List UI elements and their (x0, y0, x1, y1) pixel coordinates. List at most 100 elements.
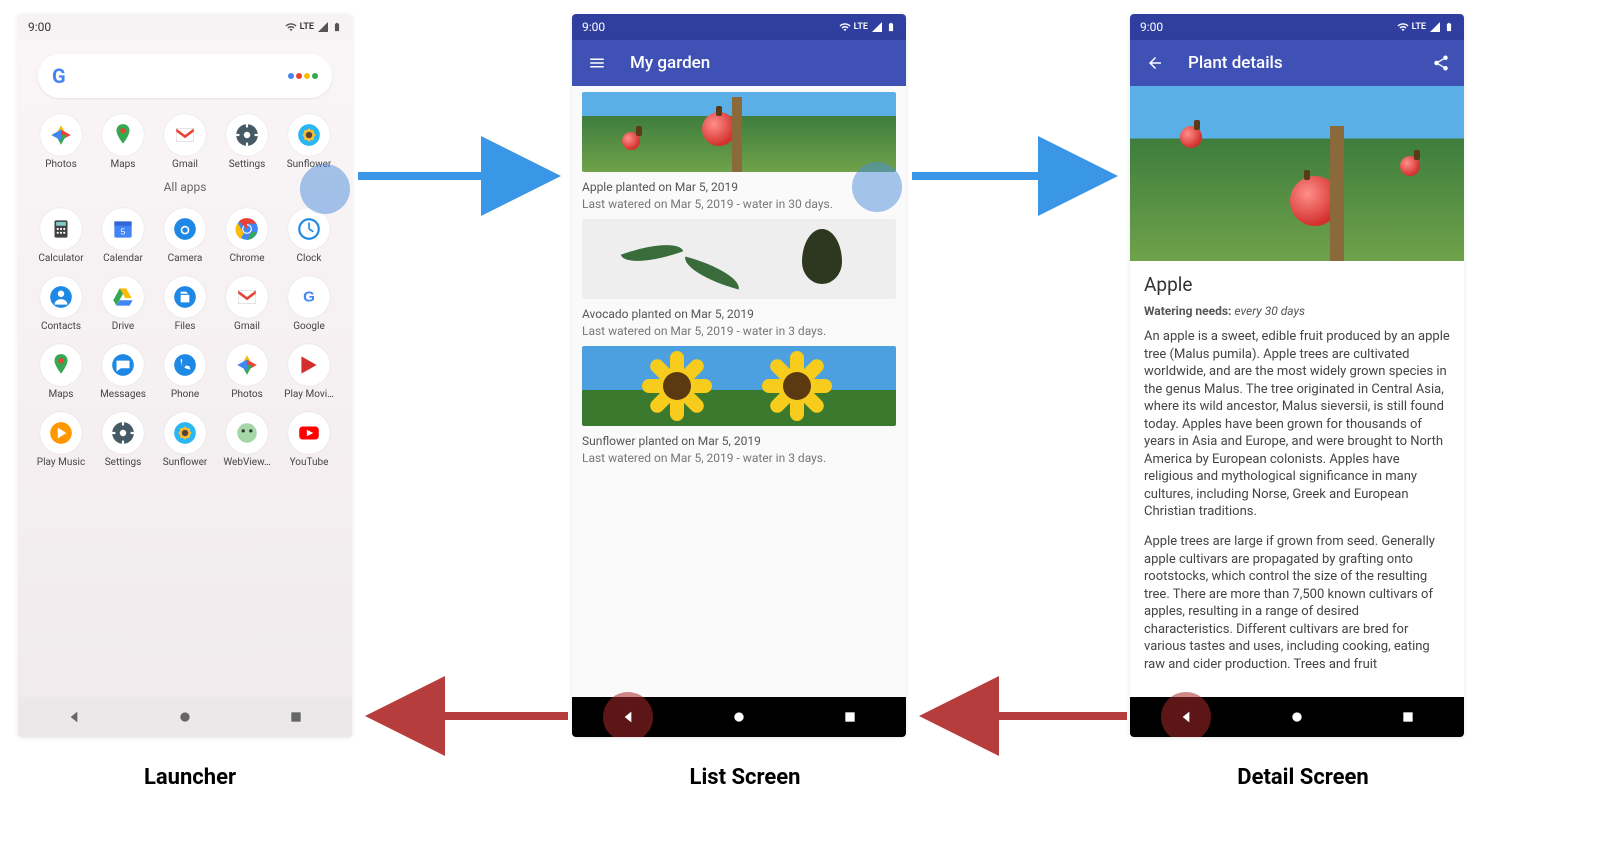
plant-line2: Last watered on Mar 5, 2019 - water in 3… (582, 324, 896, 338)
app-label: Clock (297, 253, 322, 264)
app-label: Calendar (103, 253, 143, 264)
wifi-icon (285, 21, 297, 33)
svg-text:G: G (303, 288, 315, 305)
settings-icon (102, 412, 144, 454)
app-maps[interactable]: Maps (30, 338, 92, 406)
plant-card[interactable]: Sunflower planted on Mar 5, 2019Last wat… (582, 346, 896, 465)
battery-icon (332, 20, 342, 34)
playmusic-icon (40, 412, 82, 454)
menu-icon[interactable] (578, 54, 616, 72)
app-files[interactable]: Files (154, 270, 216, 338)
settings-icon (226, 114, 268, 156)
app-playmovies[interactable]: Play Movi… (278, 338, 340, 406)
share-icon[interactable] (1432, 54, 1458, 72)
wifi-icon (1397, 21, 1409, 33)
gmail-icon (164, 114, 206, 156)
app-chrome[interactable]: Chrome (216, 202, 278, 270)
playmovies-icon (288, 344, 330, 386)
phone-icon (164, 344, 206, 386)
arrow-list-to-detail (912, 156, 1127, 200)
plant-title: Apple (1144, 273, 1450, 296)
app-sunflower[interactable]: Sunflower (154, 406, 216, 474)
search-bar[interactable]: G (38, 54, 332, 98)
app-webview[interactable]: WebView… (216, 406, 278, 474)
arrow-detail-to-list (912, 696, 1127, 740)
back-button[interactable] (1166, 697, 1206, 737)
app-label: Maps (111, 159, 136, 170)
back-arrow-icon[interactable] (1136, 54, 1174, 72)
sunflower-icon (164, 412, 206, 454)
status-time: 9:00 (28, 20, 51, 34)
app-settings[interactable]: Settings (216, 108, 278, 176)
app-drive[interactable]: Drive (92, 270, 154, 338)
hero-image (1130, 86, 1464, 261)
recents-button[interactable] (1388, 697, 1428, 737)
maps-icon (40, 344, 82, 386)
home-button[interactable] (165, 697, 205, 737)
google-logo: G (52, 64, 66, 88)
app-google[interactable]: G Google (278, 270, 340, 338)
paragraph-2: Apple trees are large if grown from seed… (1144, 533, 1450, 673)
clock-icon (288, 208, 330, 250)
app-label: WebView… (223, 457, 270, 468)
app-settings[interactable]: Settings (92, 406, 154, 474)
home-button[interactable] (719, 697, 759, 737)
app-maps[interactable]: Maps (92, 108, 154, 176)
app-playmusic[interactable]: Play Music (30, 406, 92, 474)
app-label: Gmail (172, 159, 198, 170)
home-button[interactable] (1277, 697, 1317, 737)
back-button[interactable] (54, 697, 94, 737)
app-gmail[interactable]: Gmail (216, 270, 278, 338)
app-photos[interactable]: Photos (216, 338, 278, 406)
signal-icon (317, 21, 329, 33)
app-phone[interactable]: Phone (154, 338, 216, 406)
app-label: Play Movi… (284, 389, 334, 400)
app-bar: Plant details (1130, 40, 1464, 86)
app-messages[interactable]: Messages (92, 338, 154, 406)
chrome-icon (226, 208, 268, 250)
app-contacts[interactable]: Contacts (30, 270, 92, 338)
recents-button[interactable] (830, 697, 870, 737)
photos-icon (40, 114, 82, 156)
app-label: Sunflower (163, 457, 208, 468)
app-camera[interactable]: Camera (154, 202, 216, 270)
app-bar-title: My garden (630, 53, 710, 73)
signal-icon (871, 21, 883, 33)
calendar-icon: 5 (102, 208, 144, 250)
phone-label-launcher: Launcher (15, 765, 365, 790)
plant-line1: Apple planted on Mar 5, 2019 (582, 180, 896, 194)
app-label: YouTube (290, 457, 329, 468)
status-bar: 9:00 LTE (1130, 14, 1464, 40)
app-calculator[interactable]: Calculator (30, 202, 92, 270)
app-label: Google (293, 321, 325, 332)
app-bar-title: Plant details (1188, 53, 1283, 73)
camera-icon (164, 208, 206, 250)
plant-card[interactable]: Avocado planted on Mar 5, 2019Last water… (582, 219, 896, 338)
app-photos[interactable]: Photos (30, 108, 92, 176)
phone-launcher: 9:00 LTE G PhotosMapsGmailSettingsSunflo… (18, 14, 352, 737)
app-label: Files (175, 321, 196, 332)
favorites-row: PhotosMapsGmailSettingsSunflower (18, 108, 352, 176)
app-youtube[interactable]: YouTube (278, 406, 340, 474)
plant-card[interactable]: Apple planted on Mar 5, 2019Last watered… (582, 92, 896, 211)
back-button[interactable] (608, 697, 648, 737)
phone-label-detail: Detail Screen (1128, 765, 1478, 790)
nav-bar (572, 697, 906, 737)
webview-icon (226, 412, 268, 454)
app-label: Phone (171, 389, 199, 400)
app-gmail[interactable]: Gmail (154, 108, 216, 176)
gmail-icon (226, 276, 268, 318)
assistant-icon[interactable] (288, 73, 318, 79)
detail-content[interactable]: Apple Watering needs: every 30 days An a… (1130, 261, 1464, 697)
recents-button[interactable] (276, 697, 316, 737)
app-label: Play Music (37, 457, 85, 468)
contacts-icon (40, 276, 82, 318)
phone-detail: 9:00 LTE Plant details Apple (1130, 14, 1464, 737)
maps-icon (102, 114, 144, 156)
status-icons: LTE (1397, 20, 1454, 34)
photos-icon (226, 344, 268, 386)
sunflower-icon (288, 114, 330, 156)
app-calendar[interactable]: 5 Calendar (92, 202, 154, 270)
drive-icon (102, 276, 144, 318)
nav-bar (1130, 697, 1464, 737)
